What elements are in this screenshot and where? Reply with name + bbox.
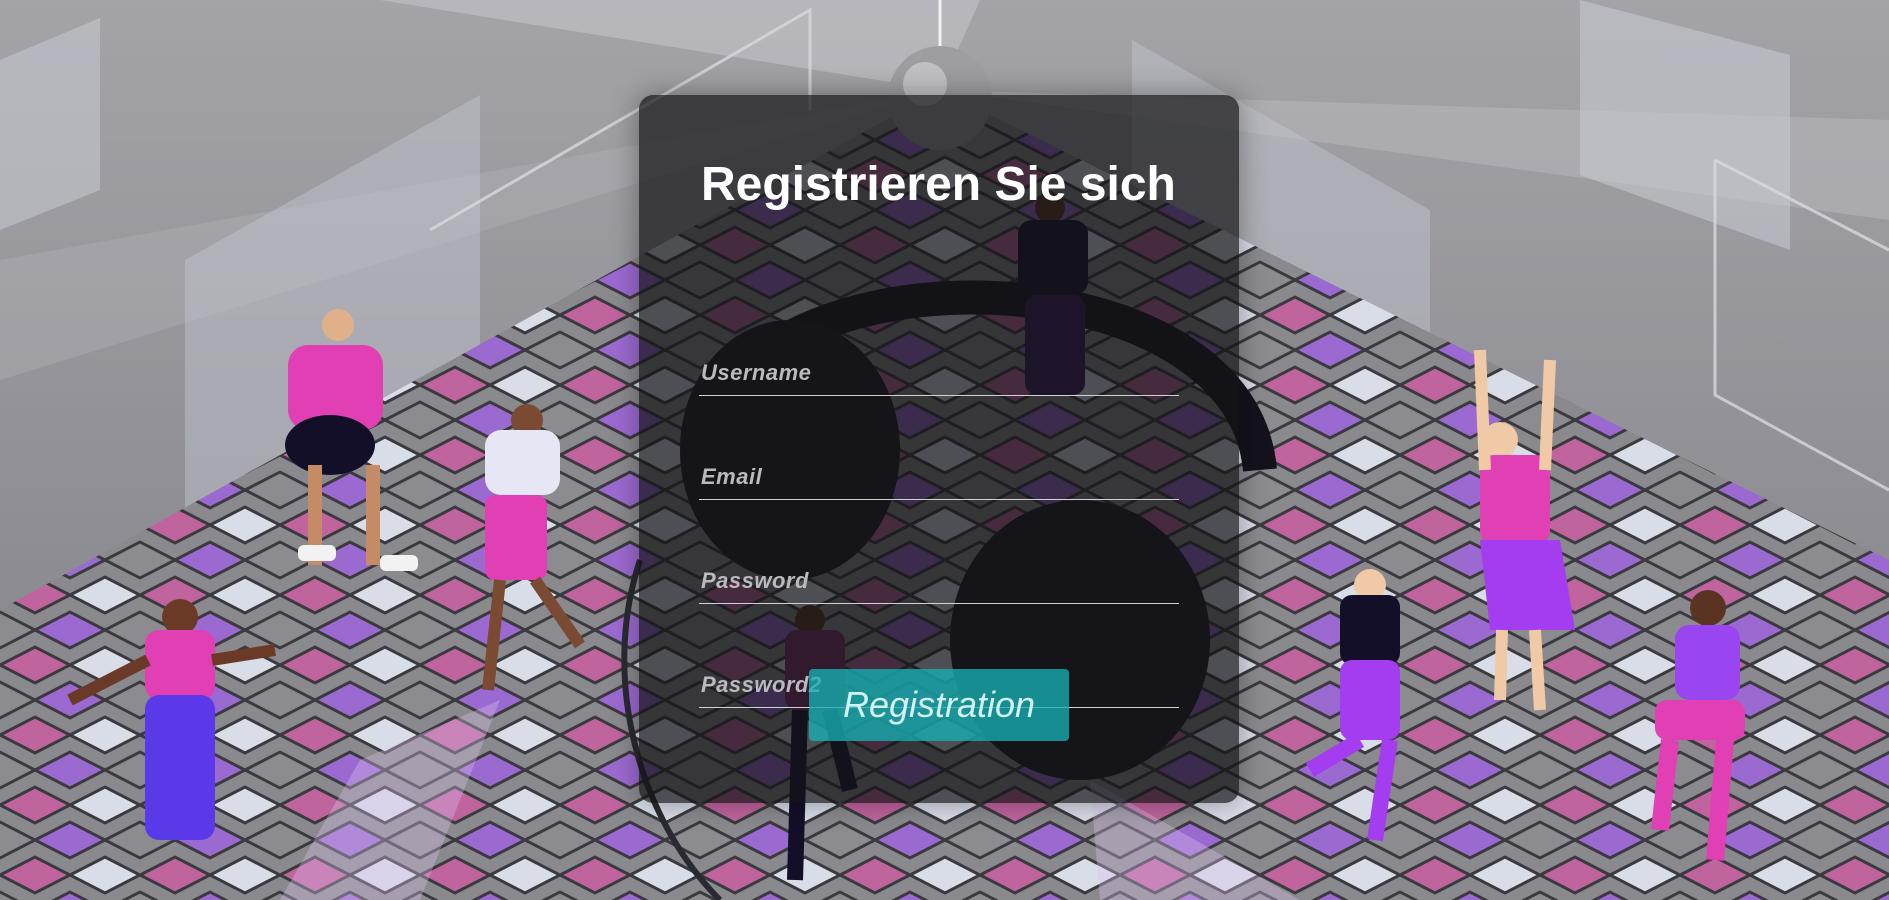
password-field-group (699, 558, 1179, 608)
email-input[interactable] (699, 454, 1179, 500)
password-input[interactable] (699, 558, 1179, 604)
registration-page: Registrieren Sie sich Registration (0, 0, 1889, 900)
username-field-group (699, 350, 1179, 400)
registration-button[interactable]: Registration (809, 669, 1069, 741)
form-title: Registrieren Sie sich (701, 158, 1176, 211)
email-field-group (699, 454, 1179, 504)
username-input[interactable] (699, 350, 1179, 396)
registration-form: Registrieren Sie sich Registration (639, 95, 1239, 803)
